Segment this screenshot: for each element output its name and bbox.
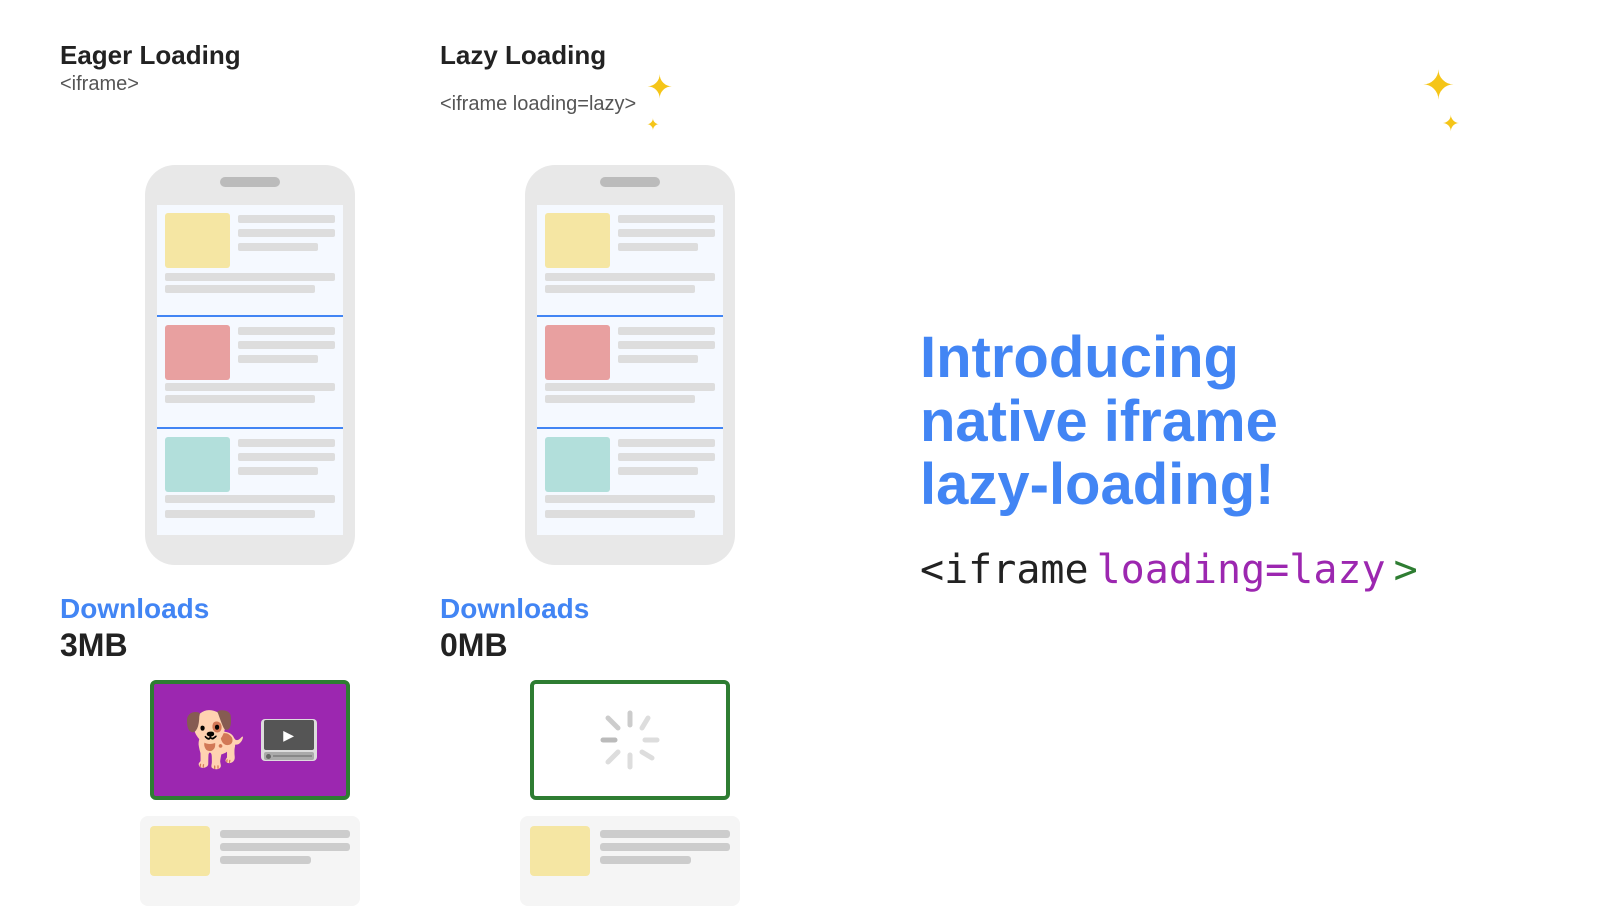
right-panel: ✦✦ Introducingnative iframelazy-loading!… bbox=[880, 40, 1540, 879]
lazy-card-lines bbox=[600, 826, 730, 864]
lazy-header: Lazy Loading <iframe loading=lazy> ✦✦ bbox=[440, 40, 820, 135]
video-screen: ▶ bbox=[264, 720, 314, 750]
lazy-bottom-card bbox=[440, 816, 820, 906]
eager-downloads-amount: 3MB bbox=[60, 627, 128, 664]
eager-subtitle: <iframe> bbox=[60, 73, 440, 96]
eager-phone bbox=[60, 155, 440, 575]
introducing-text: Introducingnative iframelazy-loading! bbox=[920, 326, 1540, 517]
card-line-2 bbox=[220, 843, 350, 851]
lazy-web-card bbox=[520, 816, 740, 906]
lazy-downloads-label: Downloads bbox=[440, 593, 589, 625]
eager-downloads-label: Downloads bbox=[60, 593, 209, 625]
lazy-card-line-2 bbox=[600, 843, 730, 851]
lazy-phone bbox=[440, 155, 820, 575]
card-line-3 bbox=[220, 856, 311, 864]
bottom-cards-row bbox=[60, 816, 820, 906]
left-panel: Eager Loading <iframe> Lazy Loading <ifr… bbox=[60, 40, 820, 879]
card-line-1 bbox=[220, 830, 350, 838]
sparkle-decoration: ✦✦ bbox=[1422, 70, 1460, 134]
card-lines bbox=[220, 826, 350, 864]
lazy-iframe-unloaded bbox=[530, 680, 730, 800]
lazy-phone-wrapper bbox=[440, 155, 820, 575]
control-dot bbox=[266, 754, 271, 759]
lazy-phone-svg bbox=[515, 155, 745, 575]
lazy-subtitle: <iframe loading=lazy> bbox=[440, 93, 636, 116]
eager-iframe-preview: 🐕 ▶ bbox=[60, 680, 440, 800]
dog-icon: 🐕 bbox=[183, 713, 250, 767]
eager-phone-wrapper bbox=[60, 155, 440, 575]
lazy-card-line-1 bbox=[600, 830, 730, 838]
code-part-iframe: <iframe bbox=[920, 547, 1089, 593]
iframe-preview-row: 🐕 ▶ bbox=[60, 680, 820, 800]
eager-title: Eager Loading bbox=[60, 40, 440, 71]
eager-iframe-loaded: 🐕 ▶ bbox=[150, 680, 350, 800]
lazy-iframe-preview bbox=[440, 680, 820, 800]
lazy-subtitle-row: <iframe loading=lazy> ✦✦ bbox=[440, 71, 820, 135]
lazy-title: Lazy Loading bbox=[440, 40, 820, 71]
eager-download-block: Downloads 3MB bbox=[60, 593, 440, 664]
lazy-card-line-3 bbox=[600, 856, 691, 864]
eager-bottom-card bbox=[60, 816, 440, 906]
eager-web-card bbox=[140, 816, 360, 906]
downloads-row: Downloads 3MB Downloads 0MB bbox=[60, 593, 820, 664]
phones-row bbox=[60, 155, 820, 575]
code-snippet: <iframe loading=lazy > bbox=[920, 547, 1540, 593]
video-player-icon: ▶ bbox=[261, 719, 317, 761]
lazy-card-image-yellow bbox=[530, 826, 590, 876]
comparison-headers: Eager Loading <iframe> Lazy Loading <ifr… bbox=[60, 40, 820, 135]
sparkle-icon: ✦✦ bbox=[646, 71, 673, 135]
main-container: Eager Loading <iframe> Lazy Loading <ifr… bbox=[0, 0, 1600, 919]
lazy-download-block: Downloads 0MB bbox=[440, 593, 820, 664]
eager-phone-svg bbox=[135, 155, 365, 575]
code-part-close: > bbox=[1394, 547, 1418, 593]
loading-spinner-icon bbox=[595, 705, 665, 775]
video-controls bbox=[264, 752, 314, 760]
control-line bbox=[273, 755, 312, 757]
play-button-icon: ▶ bbox=[283, 727, 294, 744]
card-image-yellow bbox=[150, 826, 210, 876]
eager-header: Eager Loading <iframe> bbox=[60, 40, 440, 135]
code-part-loading: loading=lazy bbox=[1097, 547, 1386, 593]
lazy-downloads-amount: 0MB bbox=[440, 627, 508, 664]
